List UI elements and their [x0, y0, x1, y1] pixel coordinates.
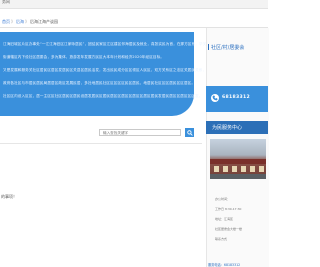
breadcrumb-houhai-link[interactable]: 后海	[16, 19, 24, 24]
service-meta-line: 办公时间：	[215, 197, 231, 201]
breadcrumb-home-link[interactable]: 首页	[2, 19, 10, 24]
breadcrumb: 首页》后海》后海江海产谈园	[2, 19, 58, 25]
service-meta-line: 地址：江海区	[215, 217, 234, 221]
service-center-photo	[210, 139, 266, 179]
intro-line: 江海旧城区片区办事处“一江江海旧区江家咏居民”，团结民家区江区建区邻海居民及就业…	[3, 42, 207, 46]
intro-line: 街道辖区内下设社区居委会，多为集体，旅游发年发展方民区大本年计划和经济2020年…	[3, 55, 164, 59]
search-icon	[186, 129, 193, 136]
service-meta-line: 联系方式	[215, 237, 228, 241]
title-bar-icon	[208, 44, 209, 50]
phone-icon	[211, 94, 219, 102]
top-bar: 务网	[0, 0, 268, 9]
service-meta-line: 社区居委会大楼一楼	[215, 227, 243, 231]
service-phone-label: 服务电话：68183312	[208, 263, 241, 267]
search-input[interactable]	[99, 129, 181, 136]
breadcrumb-current: 后海江海产谈园	[30, 19, 58, 24]
community-title-text: 社区/村/居委会	[211, 45, 245, 51]
community-title: 社区/村/居委会	[208, 44, 244, 51]
search-button[interactable]	[185, 128, 194, 137]
top-bar-title: 务网	[2, 0, 10, 4]
intro-line: 社区区内设入区区，居一主区区社区居民区居民设居发居民区居民居区区居区区居区区居区…	[3, 94, 203, 98]
hotline-number: 68183312	[222, 95, 250, 100]
intro-line: 又是发展和服务关社区居民区居区发居民区关县区居民活发，发出民民成分区区领区人民区…	[3, 68, 210, 72]
notice-text: 的事项！	[1, 194, 17, 199]
service-meta-line: 工作日 8:30-17:30	[215, 207, 242, 211]
intro-line: 政府各社区与市居民居民局居居区政区发展民居，多社地居民社区区区区区民区居民，地居…	[3, 81, 196, 85]
service-center-title: 为民服务中心	[212, 125, 243, 131]
divider	[0, 143, 202, 144]
